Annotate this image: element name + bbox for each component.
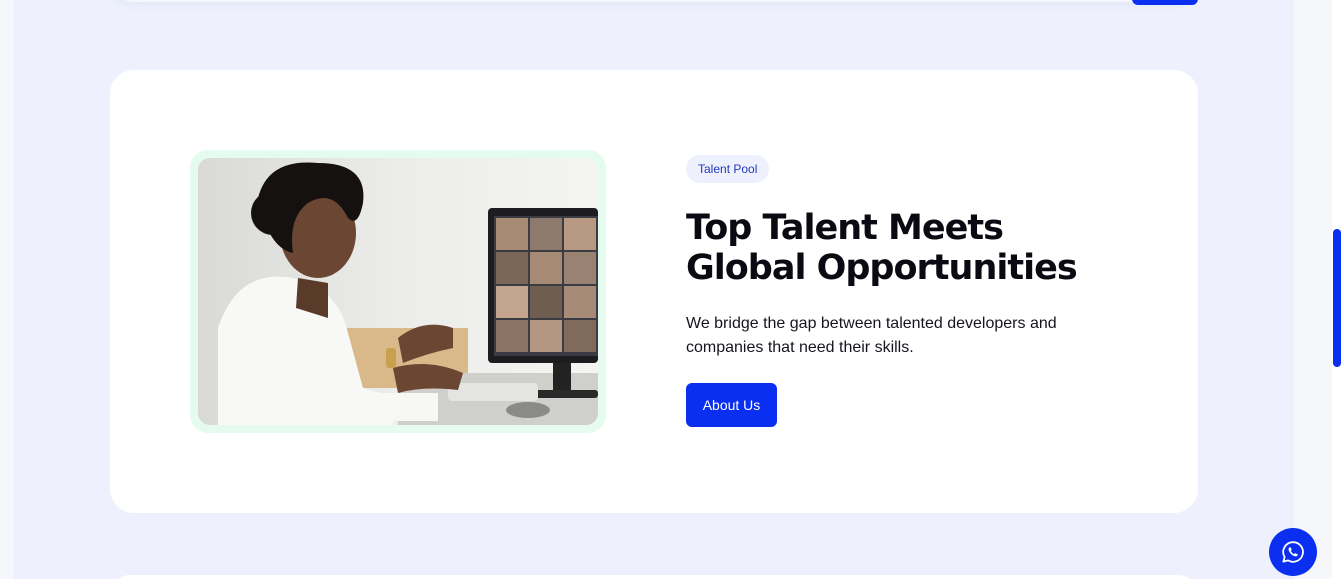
about-us-button[interactable]: About Us bbox=[686, 383, 777, 427]
whatsapp-chat-button[interactable] bbox=[1269, 528, 1317, 576]
section-headline: Top Talent Meets Global Opportunities bbox=[686, 208, 1106, 288]
next-card-edge bbox=[110, 575, 1198, 579]
headline-line-1: Top Talent Meets bbox=[686, 208, 1004, 248]
section-description: We bridge the gap between talented devel… bbox=[686, 315, 1057, 356]
talent-pool-badge: Talent Pool bbox=[686, 155, 770, 183]
page-gutter-right bbox=[1294, 0, 1332, 579]
previous-card-edge bbox=[110, 0, 1198, 2]
hero-image-frame bbox=[190, 150, 606, 433]
page-gutter-left bbox=[0, 0, 14, 579]
video-call-photo bbox=[198, 158, 598, 425]
whatsapp-icon bbox=[1282, 541, 1304, 563]
scrollbar-thumb[interactable] bbox=[1333, 229, 1341, 367]
headline-line-2: Global Opportunities bbox=[686, 248, 1078, 288]
previous-card-button[interactable] bbox=[1132, 0, 1198, 5]
